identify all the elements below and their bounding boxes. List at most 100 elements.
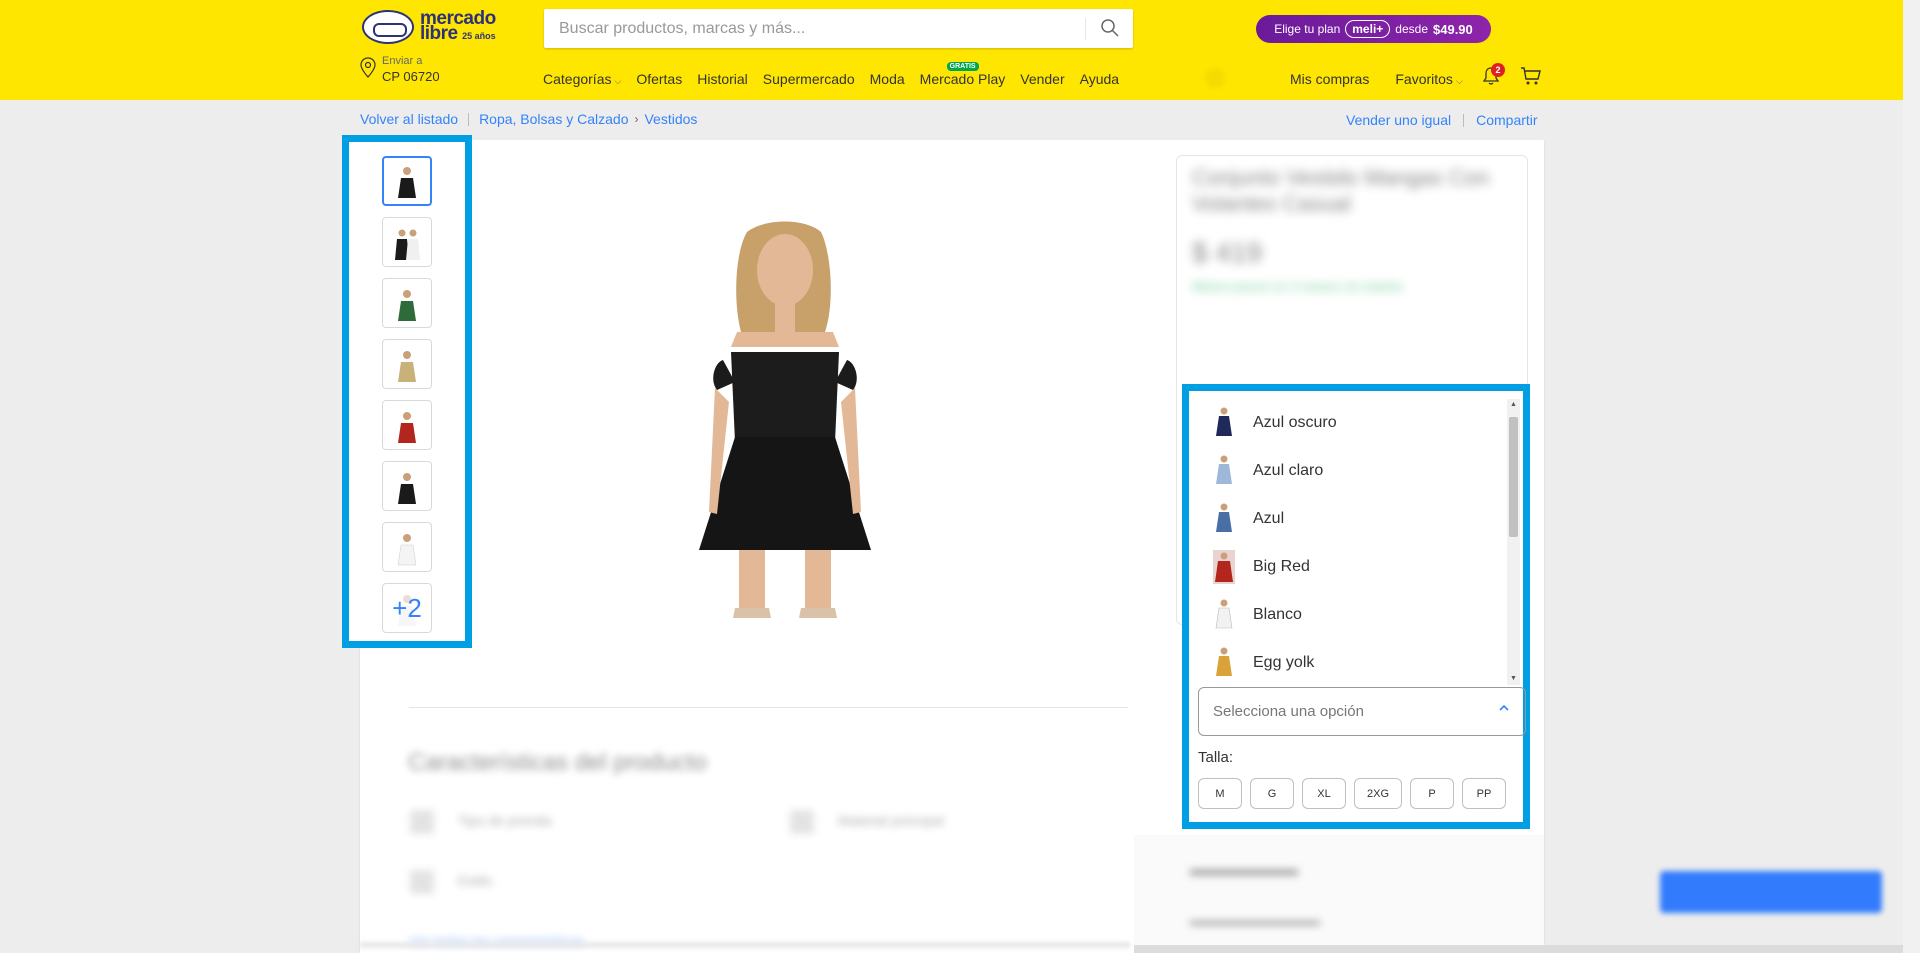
search-input[interactable] (544, 9, 1084, 48)
plan-prefix: Elige tu plan (1274, 22, 1341, 36)
gallery-thumb[interactable] (382, 461, 432, 511)
variant-swatch-icon (1216, 455, 1232, 484)
product-info-blurred: Conjunto Vestido Mangas Con Volantes Cas… (1192, 165, 1512, 294)
dress-thumb-icon (395, 229, 420, 260)
gallery-thumb[interactable] (382, 217, 432, 267)
share-link[interactable]: Compartir (1476, 112, 1537, 128)
lower-buybox-blurred: ▬▬▬▬▬▬ ▬▬▬▬▬▬▬▬▬▬ (1134, 835, 1544, 947)
mercadolibre-logo[interactable]: mercado libre 25 años (362, 9, 496, 44)
variant-swatch-icon (1216, 503, 1232, 532)
size-option[interactable]: 2XG (1354, 778, 1402, 809)
search-icon[interactable] (1100, 18, 1120, 38)
dress-thumb-icon (398, 351, 416, 382)
section-divider (409, 707, 1128, 708)
chevron-down-icon: ⌵ (1455, 76, 1463, 86)
product-main-image[interactable] (675, 212, 895, 622)
scroll-up-arrow-icon[interactable]: ▲ (1507, 399, 1520, 411)
chevron-down-icon: ⌵ (614, 76, 622, 86)
nav-mercado-play[interactable]: GRATIS Mercado Play (920, 62, 1005, 87)
gallery-thumb[interactable] (382, 156, 432, 206)
gallery-thumb-more[interactable]: +2 (382, 583, 432, 633)
installments-blurred: Mismo precio en 3 meses sin interés (1192, 279, 1403, 294)
nav-historial[interactable]: Historial (697, 71, 748, 87)
nav-vender[interactable]: Vender (1020, 71, 1064, 87)
meli-plus-banner[interactable]: Elige tu plan meli+ desde $49.90 (1256, 15, 1491, 43)
nav-moda[interactable]: Moda (870, 71, 905, 87)
dropdown-scrollbar[interactable]: ▲ ▼ (1507, 399, 1520, 685)
thumbnail-gallery: +2 (342, 135, 472, 648)
breadcrumb-actions: Vender uno igual Compartir (1346, 112, 1538, 128)
nav-ofertas[interactable]: Ofertas (636, 71, 682, 87)
dropdown-option[interactable]: Azul oscuro (1199, 399, 1506, 447)
scroll-down-arrow-icon[interactable]: ▼ (1507, 673, 1520, 685)
more-images-count: +2 (392, 592, 422, 623)
feature-row-blurred: Tipo de prenda (410, 810, 552, 834)
size-option[interactable]: G (1250, 778, 1294, 809)
size-option[interactable]: PP (1462, 778, 1506, 809)
nav-ayuda[interactable]: Ayuda (1080, 71, 1119, 87)
size-option[interactable]: M (1198, 778, 1242, 809)
main-nav: Categorías ⌵ Ofertas Historial Supermerca… (543, 62, 1119, 87)
variant-swatch-icon (1216, 647, 1232, 676)
dropdown-option[interactable]: Azul claro (1199, 447, 1506, 495)
logo-line2: libre (420, 22, 458, 44)
nav-mis-compras[interactable]: Mis compras (1290, 71, 1369, 87)
breadcrumb-subcategory-link[interactable]: Vestidos (644, 111, 697, 127)
dropdown-option[interactable]: Big Red (1199, 543, 1506, 591)
features-title-blurred: Características del producto (408, 749, 707, 776)
breadcrumb: Volver al listado Ropa, Bolsas y Calzado… (360, 111, 697, 127)
variant-select[interactable]: Selecciona una opción (1198, 687, 1526, 736)
account-nav: Mis compras Favoritos ⌵ (1290, 71, 1463, 87)
gallery-thumb[interactable] (382, 339, 432, 389)
size-options: M G XL 2XG P PP (1198, 778, 1506, 809)
feature-row-blurred: Material principal (790, 810, 944, 834)
bottom-edge (1134, 945, 1903, 953)
dropdown-option[interactable]: Azul (1199, 495, 1506, 543)
search-divider (1085, 18, 1086, 40)
cart-icon[interactable] (1520, 66, 1542, 86)
search-bar (544, 9, 1133, 48)
gallery-thumb[interactable] (382, 522, 432, 572)
color-variant-dropdown: Azul oscuro Azul claro Azul Big Red Blan… (1182, 384, 1530, 829)
ship-label: Enviar a (382, 55, 423, 67)
size-option[interactable]: P (1410, 778, 1454, 809)
plan-middle: desde (1395, 22, 1428, 36)
scrollbar-thumb[interactable] (1509, 417, 1518, 537)
header: mercado libre 25 años Elige tu plan meli… (0, 0, 1903, 100)
user-menu-blurred[interactable] (1195, 56, 1275, 96)
dress-thumb-icon (398, 290, 416, 321)
floating-action-button-blurred[interactable] (1660, 871, 1882, 913)
product-title-blurred: Conjunto Vestido Mangas Con Volantes Cas… (1192, 165, 1490, 216)
variant-swatch-icon (1216, 407, 1232, 436)
dropdown-option[interactable]: Egg yolk (1199, 639, 1506, 685)
back-to-list-link[interactable]: Volver al listado (360, 111, 458, 127)
dress-thumb-icon (397, 534, 417, 566)
size-option[interactable]: XL (1302, 778, 1346, 809)
ship-postal-code: CP 06720 (382, 69, 440, 84)
nav-categorias[interactable]: Categorías ⌵ (543, 71, 621, 87)
logo-badge-text: 25 años (462, 30, 496, 41)
sell-similar-link[interactable]: Vender uno igual (1346, 112, 1451, 128)
nav-favoritos[interactable]: Favoritos ⌵ (1395, 71, 1462, 87)
page-scrollbar[interactable] (1903, 0, 1920, 953)
nav-supermercado[interactable]: Supermercado (763, 71, 855, 87)
chevron-right-icon: › (634, 112, 639, 126)
dress-thumb-icon (398, 167, 416, 198)
chevron-up-icon (1499, 704, 1509, 711)
meli-plus-badge: meli+ (1345, 20, 1391, 38)
variant-swatch-icon (1215, 599, 1233, 629)
notification-count-badge: 2 (1491, 63, 1505, 77)
gallery-thumb[interactable] (382, 400, 432, 450)
gratis-badge: GRATIS (946, 62, 979, 71)
bottom-edge-blurred (360, 942, 1130, 948)
dress-thumb-icon (398, 412, 416, 443)
dropdown-option[interactable]: Blanco (1199, 591, 1506, 639)
breadcrumb-category-link[interactable]: Ropa, Bolsas y Calzado (479, 111, 628, 127)
variant-swatch-icon (1213, 550, 1235, 584)
dropdown-options-list[interactable]: Azul oscuro Azul claro Azul Big Red Blan… (1199, 399, 1506, 685)
select-placeholder: Selecciona una opción (1213, 703, 1364, 720)
gallery-thumb[interactable] (382, 278, 432, 328)
breadcrumb-divider (1463, 113, 1465, 127)
shipping-location[interactable]: Enviar a CP 06720 (360, 55, 440, 86)
size-label: Talla: (1198, 749, 1234, 766)
